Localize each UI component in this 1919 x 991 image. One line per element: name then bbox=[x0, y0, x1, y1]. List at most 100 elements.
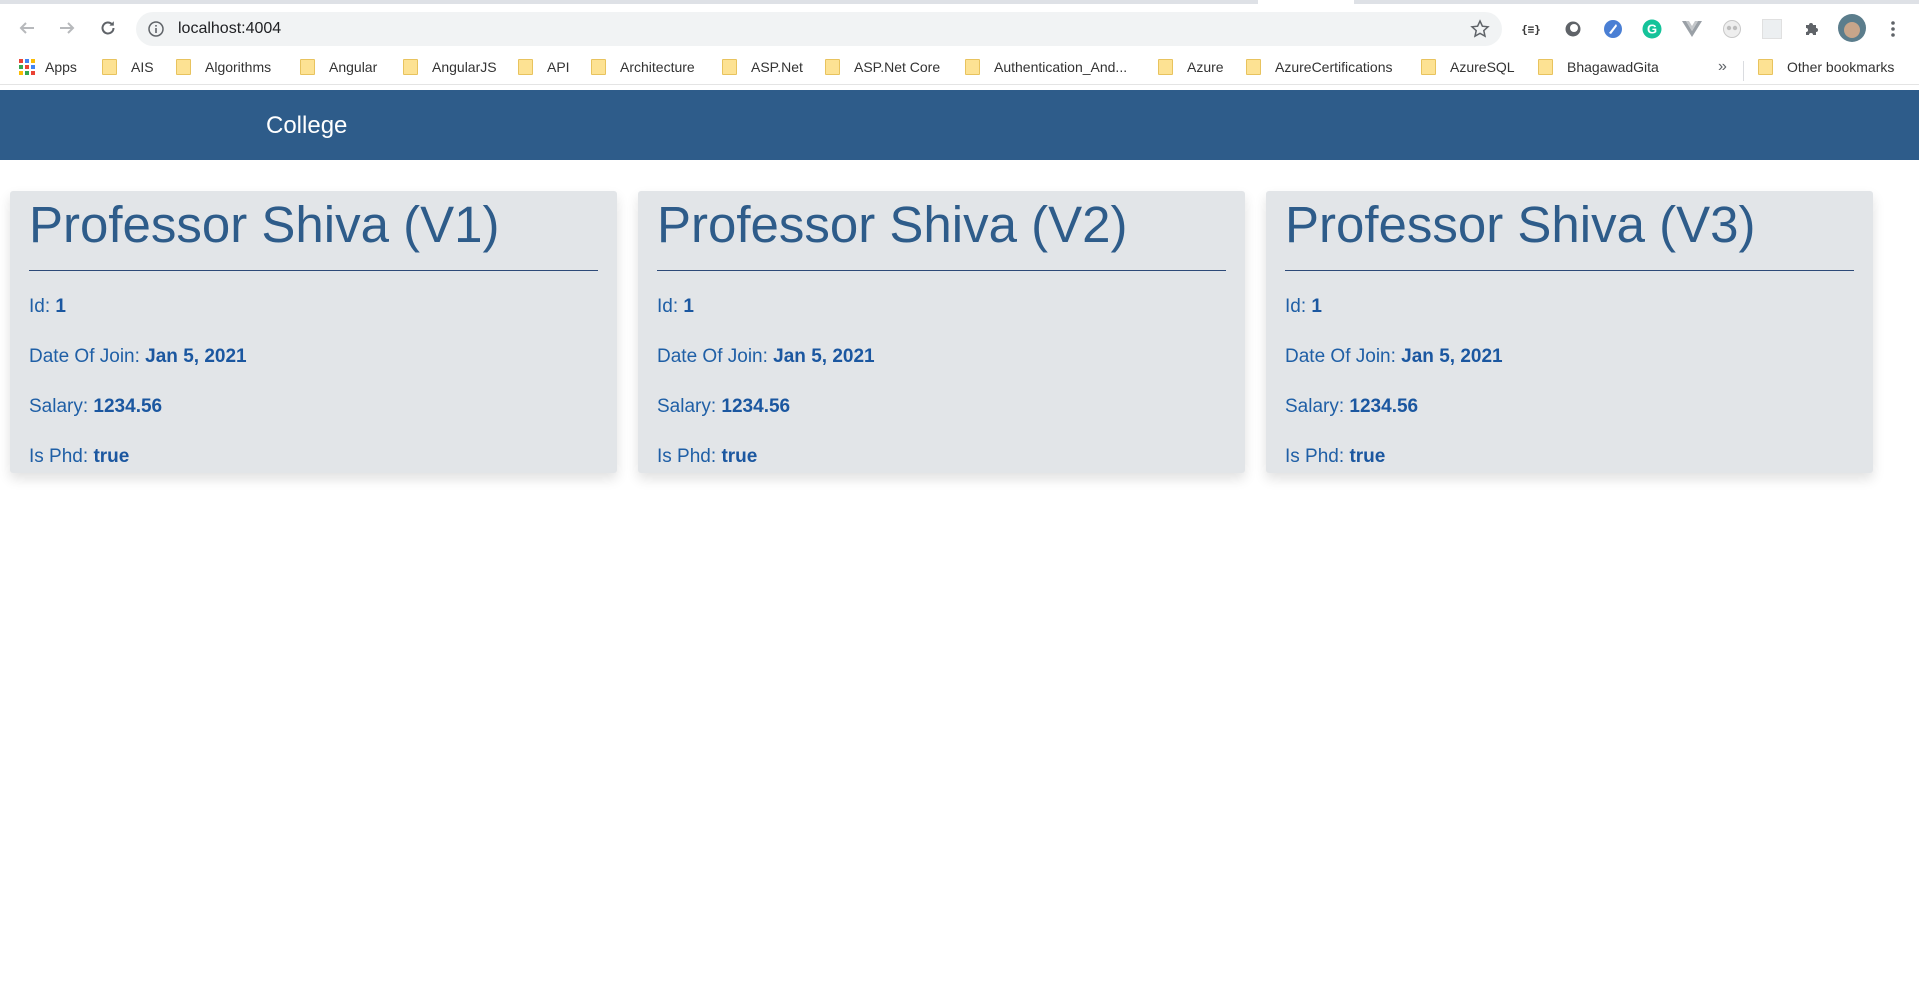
folder-icon bbox=[1538, 59, 1553, 75]
info-icon[interactable] bbox=[148, 21, 164, 37]
card-title: Professor Shiva (V1) bbox=[29, 196, 500, 253]
field-label: Salary: bbox=[657, 396, 717, 417]
blue-extension-icon[interactable] bbox=[1602, 18, 1624, 40]
folder-icon bbox=[825, 59, 840, 75]
divider bbox=[1285, 270, 1854, 271]
reload-icon bbox=[101, 21, 115, 35]
field-value: 1 bbox=[683, 296, 694, 317]
field-is-phd: Is Phd: true bbox=[657, 446, 757, 468]
forward-button[interactable] bbox=[53, 14, 81, 42]
folder-icon bbox=[1158, 59, 1173, 75]
bookmark-folder-azurecertifications[interactable]: AzureCertifications bbox=[1246, 57, 1393, 77]
field-value: 1234.56 bbox=[1349, 396, 1419, 417]
field-label: Salary: bbox=[1285, 396, 1345, 417]
field-value: Jan 5, 2021 bbox=[145, 346, 247, 367]
back-button[interactable] bbox=[13, 14, 41, 42]
field-label: Salary: bbox=[29, 396, 89, 417]
folder-icon bbox=[1758, 59, 1773, 75]
bookmark-label: Authentication_And... bbox=[994, 59, 1128, 75]
bookmark-folder-angularjs[interactable]: AngularJS bbox=[403, 57, 497, 77]
circle-extension-icon[interactable] bbox=[1562, 18, 1584, 40]
field-salary: Salary: 1234.56 bbox=[29, 396, 162, 418]
field-label: Id: bbox=[1285, 296, 1307, 317]
field-salary: Salary: 1234.56 bbox=[1285, 396, 1418, 418]
bookmark-folder-api[interactable]: API bbox=[518, 57, 570, 77]
bookmark-label: AzureSQL bbox=[1450, 59, 1515, 75]
star-icon[interactable] bbox=[1470, 19, 1490, 39]
folder-icon bbox=[518, 59, 533, 75]
bookmark-folder-azuresql[interactable]: AzureSQL bbox=[1421, 57, 1515, 77]
field-label: Id: bbox=[657, 296, 679, 317]
card-title: Professor Shiva (V3) bbox=[1285, 196, 1756, 253]
brand-link[interactable]: College bbox=[266, 112, 347, 140]
field-label: Is Phd: bbox=[29, 446, 89, 467]
bookmark-folder-other[interactable]: Other bookmarks bbox=[1758, 57, 1894, 77]
field-salary: Salary: 1234.56 bbox=[657, 396, 790, 418]
more-vert-icon[interactable] bbox=[1882, 18, 1904, 40]
vue-icon[interactable] bbox=[1681, 18, 1703, 40]
professor-card: Professor Shiva (V2) Id: 1 Date Of Join:… bbox=[638, 191, 1245, 473]
field-id: Id: 1 bbox=[657, 296, 694, 318]
field-is-phd: Is Phd: true bbox=[29, 446, 129, 468]
bookmark-folder-bhagawadgita[interactable]: BhagawadGita bbox=[1538, 57, 1659, 77]
forward-arrow-icon bbox=[60, 22, 75, 34]
address-bar[interactable]: localhost:4004 bbox=[136, 12, 1502, 46]
bookmark-label: AIS bbox=[131, 59, 154, 75]
bookmark-folder-azure[interactable]: Azure bbox=[1158, 57, 1224, 77]
bookmark-label: Other bookmarks bbox=[1787, 59, 1895, 75]
bookmark-label: AzureCertifications bbox=[1275, 59, 1393, 75]
field-value: true bbox=[93, 446, 130, 467]
json-viewer-icon[interactable]: {≡} bbox=[1520, 18, 1542, 40]
avatar[interactable] bbox=[1838, 14, 1866, 42]
browser-toolbar: localhost:4004 {≡} G bbox=[0, 4, 1919, 49]
bookmark-folder-aspnet[interactable]: ASP.Net bbox=[722, 57, 803, 77]
bookmark-folder-aspnet-core[interactable]: ASP.Net Core bbox=[825, 57, 940, 77]
bookmark-label: AngularJS bbox=[432, 59, 497, 75]
folder-icon bbox=[176, 59, 191, 75]
field-date-of-join: Date Of Join: Jan 5, 2021 bbox=[657, 346, 875, 368]
bookmark-label: API bbox=[547, 59, 570, 75]
field-value: true bbox=[721, 446, 758, 467]
grammarly-icon[interactable]: G bbox=[1641, 18, 1663, 40]
divider bbox=[29, 270, 598, 271]
field-value: 1234.56 bbox=[721, 396, 791, 417]
bookmark-label: Algorithms bbox=[205, 59, 272, 75]
field-label: Date Of Join: bbox=[29, 346, 140, 367]
bookmark-label: ASP.Net Core bbox=[854, 59, 941, 75]
bookmark-folder-algorithms[interactable]: Algorithms bbox=[176, 57, 271, 77]
field-value: 1 bbox=[55, 296, 66, 317]
field-id: Id: 1 bbox=[29, 296, 66, 318]
chevron-double-right-icon: » bbox=[1718, 58, 1727, 75]
field-value: true bbox=[1349, 446, 1386, 467]
bookmark-label: BhagawadGita bbox=[1567, 59, 1659, 75]
professor-card: Professor Shiva (V1) Id: 1 Date Of Join:… bbox=[10, 191, 617, 473]
bookmarks-overflow-button[interactable]: » bbox=[1718, 57, 1727, 77]
puzzle-icon[interactable] bbox=[1801, 18, 1823, 40]
folder-icon bbox=[1246, 59, 1261, 75]
bookmarks-bar: Apps AIS Algorithms Angular AngularJS AP… bbox=[0, 49, 1919, 85]
bookmark-folder-ais[interactable]: AIS bbox=[102, 57, 154, 77]
folder-icon bbox=[1421, 59, 1436, 75]
card-title: Professor Shiva (V2) bbox=[657, 196, 1128, 253]
reload-button[interactable] bbox=[94, 14, 122, 42]
app-header: College bbox=[0, 90, 1919, 160]
bookmark-label: Angular bbox=[329, 59, 378, 75]
field-label: Id: bbox=[29, 296, 51, 317]
field-label: Date Of Join: bbox=[1285, 346, 1396, 367]
svg-text:G: G bbox=[1647, 22, 1657, 37]
blank-extension-icon[interactable] bbox=[1761, 18, 1783, 40]
field-label: Is Phd: bbox=[1285, 446, 1345, 467]
folder-icon bbox=[591, 59, 606, 75]
field-label: Is Phd: bbox=[657, 446, 717, 467]
owl-extension-icon[interactable] bbox=[1721, 18, 1743, 40]
bookmark-apps[interactable]: Apps bbox=[19, 57, 77, 77]
field-value: 1 bbox=[1311, 296, 1322, 317]
back-arrow-icon bbox=[19, 22, 34, 34]
bookmark-folder-angular[interactable]: Angular bbox=[300, 57, 377, 77]
url-text[interactable]: localhost:4004 bbox=[178, 20, 281, 38]
divider bbox=[657, 270, 1226, 271]
field-value: Jan 5, 2021 bbox=[773, 346, 875, 367]
bookmark-folder-authentication[interactable]: Authentication_And... bbox=[965, 57, 1127, 77]
folder-icon bbox=[722, 59, 737, 75]
bookmark-folder-architecture[interactable]: Architecture bbox=[591, 57, 695, 77]
